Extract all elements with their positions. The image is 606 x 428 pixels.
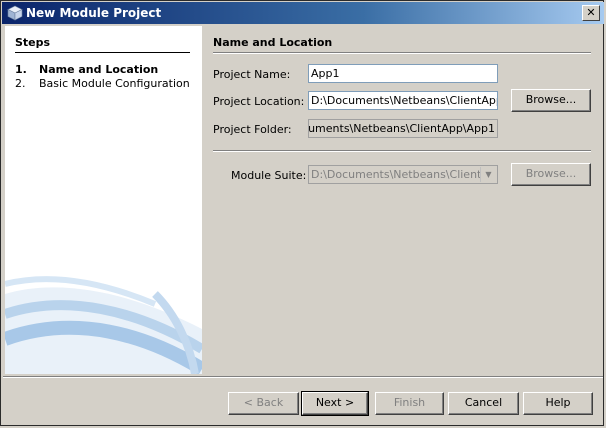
project-folder-field[interactable]: D:\Documents\Netbeans\ClientApp\App1 [308, 119, 498, 138]
browse-module-suite-button[interactable]: Browse... [511, 163, 591, 186]
dialog-window: New Module Project ✕ Steps 1. Name and Lo… [0, 0, 604, 426]
title-bar[interactable]: New Module Project ✕ [2, 2, 604, 24]
step-item-basic-module-configuration: 2. Basic Module Configuration [15, 77, 190, 90]
close-button[interactable]: ✕ [582, 5, 600, 21]
project-location-input[interactable]: D:\Documents\Netbeans\ClientApp [308, 91, 498, 110]
module-suite-select[interactable]: D:\Documents\Netbeans\Client... ▼ [308, 165, 498, 184]
module-suite-label: Module Suite: [231, 169, 307, 182]
decorative-swoosh-graphic [5, 276, 202, 374]
section-title: Name and Location [213, 36, 591, 53]
step-label: Basic Module Configuration [39, 77, 190, 90]
button-bar-separator [3, 376, 603, 378]
module-suite-value: D:\Documents\Netbeans\Client... [311, 168, 492, 181]
main-content: Name and Location Project Name: App1 Pro… [202, 26, 602, 374]
next-button[interactable]: Next > [301, 391, 369, 416]
chevron-down-icon[interactable]: ▼ [480, 167, 496, 182]
step-item-name-and-location: 1. Name and Location [15, 63, 158, 76]
form-separator [213, 150, 591, 152]
steps-title: Steps [15, 36, 190, 53]
browse-location-button[interactable]: Browse... [511, 89, 591, 112]
project-name-label: Project Name: [213, 68, 291, 81]
back-button[interactable]: < Back [228, 392, 299, 415]
cancel-button[interactable]: Cancel [448, 392, 519, 415]
close-icon: ✕ [586, 6, 596, 19]
step-number: 1. [15, 63, 27, 76]
help-button[interactable]: Help [523, 392, 593, 415]
project-location-label: Project Location: [213, 95, 305, 108]
project-folder-value: D:\Documents\Netbeans\ClientApp\App1 [308, 122, 495, 135]
step-number: 2. [15, 77, 26, 90]
window-title: New Module Project [26, 6, 162, 20]
finish-button[interactable]: Finish [375, 392, 444, 415]
project-name-input[interactable]: App1 [308, 64, 498, 83]
netbeans-cube-icon [7, 5, 23, 21]
step-label: Name and Location [39, 63, 159, 76]
project-folder-label: Project Folder: [213, 123, 292, 136]
steps-panel: Steps 1. Name and Location 2. Basic Module… [5, 26, 202, 374]
